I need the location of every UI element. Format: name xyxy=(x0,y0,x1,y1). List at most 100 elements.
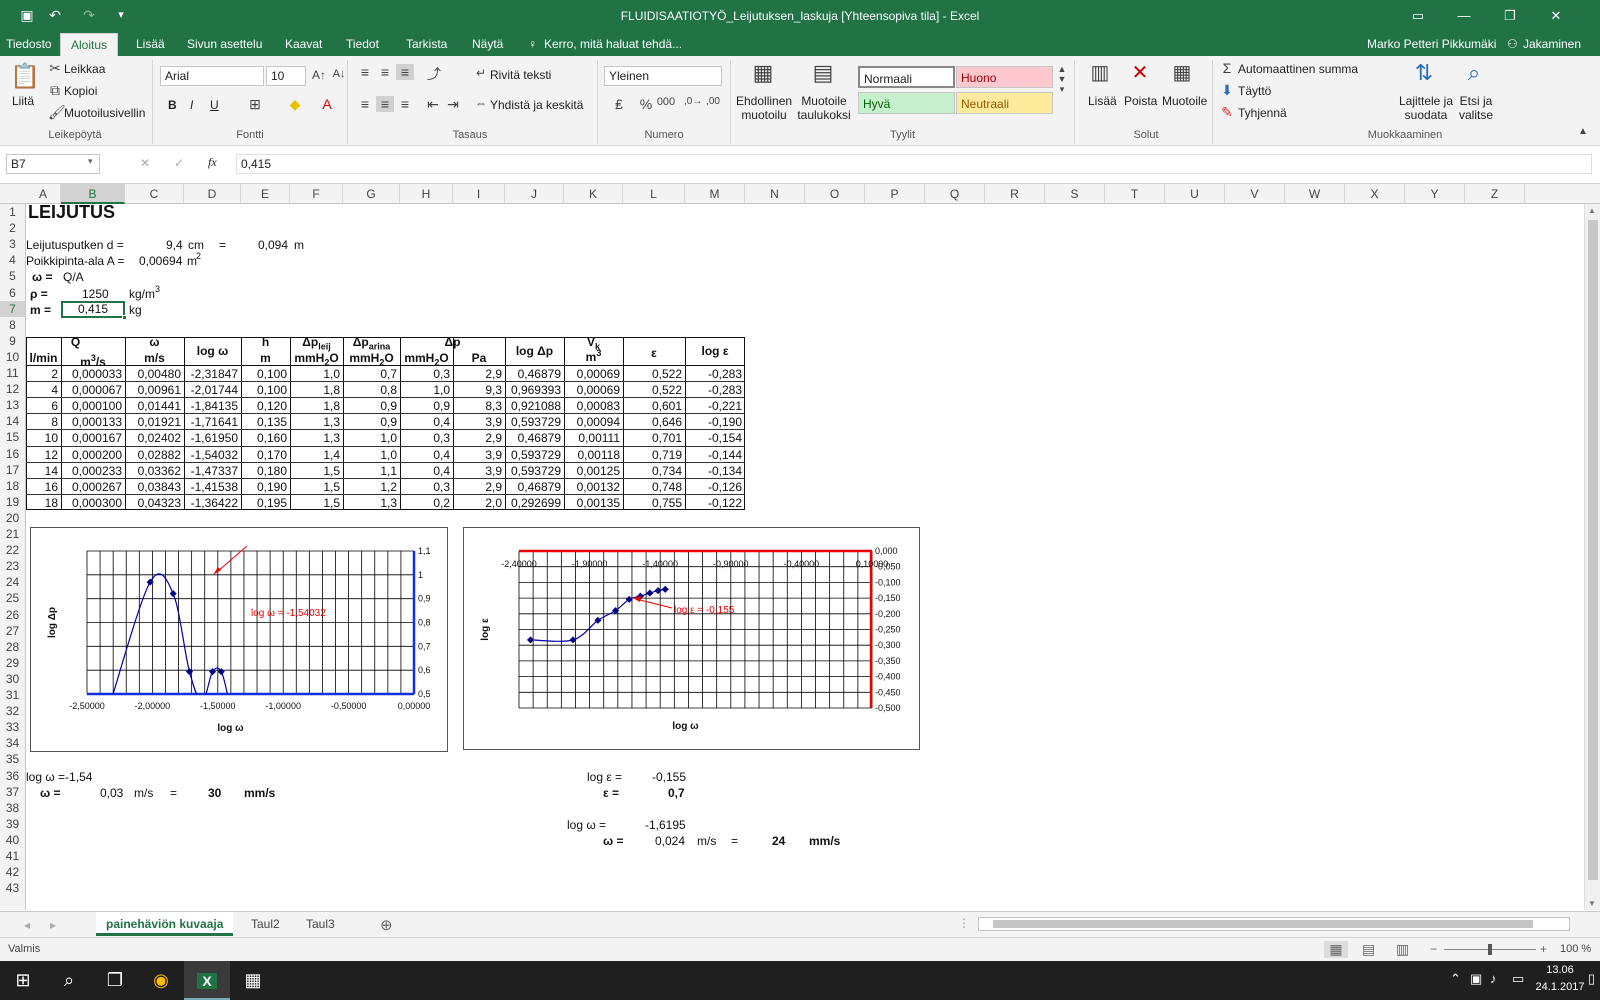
shrink-font-icon[interactable]: A↓ xyxy=(332,68,346,80)
tab-insert[interactable]: Lisää xyxy=(136,37,165,51)
row-header[interactable]: 39 xyxy=(0,815,26,832)
column-header-f[interactable]: F xyxy=(290,184,343,204)
format-cells-icon[interactable]: ▦ xyxy=(1170,60,1194,85)
column-header-a[interactable]: A xyxy=(26,184,61,204)
share-button[interactable]: Jakaminen xyxy=(1523,37,1581,51)
user-name[interactable]: Marko Petteri Pikkumäki xyxy=(1367,37,1496,51)
tab-file[interactable]: Tiedosto xyxy=(6,37,52,51)
column-header-p[interactable]: P xyxy=(865,184,925,204)
sort-filter-icon[interactable]: ⇅ xyxy=(1410,60,1438,86)
row-header[interactable]: 22 xyxy=(0,542,26,559)
row-header[interactable]: 27 xyxy=(0,622,26,639)
row-header[interactable]: 15 xyxy=(0,429,26,446)
row-header[interactable]: 23 xyxy=(0,558,26,575)
tab-review[interactable]: Tarkista xyxy=(406,37,447,51)
zoom-out-icon[interactable]: − xyxy=(1430,942,1437,956)
row-header[interactable]: 2 xyxy=(0,220,26,237)
column-header-u[interactable]: U xyxy=(1165,184,1225,204)
next-sheet-icon[interactable]: ▸ xyxy=(50,918,56,932)
style-good[interactable]: Hyvä xyxy=(858,92,955,114)
chart-1[interactable]: -2,50000 -2,00000 -1,50000 -1,00000 -0,50000… xyxy=(30,527,448,752)
excel-icon[interactable]: X xyxy=(184,961,230,1000)
font-color-icon[interactable]: A xyxy=(318,96,336,112)
format-cells-button[interactable]: Muotoile xyxy=(1162,94,1207,108)
percent-icon[interactable]: % xyxy=(638,96,654,112)
align-center-icon[interactable]: ≡ xyxy=(376,96,394,112)
name-box-dropdown-icon[interactable]: ▾ xyxy=(88,156,93,167)
tab-view[interactable]: Näytä xyxy=(472,37,503,51)
column-header-m[interactable]: M xyxy=(685,184,745,204)
page-break-view-icon[interactable]: ▥ xyxy=(1396,941,1409,958)
insert-function-icon[interactable]: fx xyxy=(208,155,217,170)
row-header[interactable]: 26 xyxy=(0,606,26,623)
grow-font-icon[interactable]: A↑ xyxy=(312,68,326,82)
row-header[interactable]: 35 xyxy=(0,751,26,768)
cut-icon[interactable]: ✂ xyxy=(48,60,62,77)
column-header-h[interactable]: H xyxy=(400,184,453,204)
row-header[interactable]: 42 xyxy=(0,864,26,881)
row-header[interactable]: 14 xyxy=(0,413,26,430)
clock-date[interactable]: 24.1.2017 xyxy=(1534,981,1586,993)
wrap-text-icon[interactable]: ↵ xyxy=(474,66,488,80)
row-header[interactable]: 31 xyxy=(0,687,26,703)
column-header-v[interactable]: V xyxy=(1225,184,1285,204)
row-header[interactable]: 41 xyxy=(0,848,26,864)
maximize-button[interactable]: ❐ xyxy=(1487,0,1533,32)
row-header[interactable]: 33 xyxy=(0,719,26,736)
row-header[interactable]: 37 xyxy=(0,783,26,800)
decrease-indent-icon[interactable]: ⇤ xyxy=(424,96,442,113)
column-header-c[interactable]: C xyxy=(125,184,184,204)
orientation-icon[interactable]: ⤴ xyxy=(424,64,444,84)
tab-split-handle[interactable]: ⋮ xyxy=(958,916,970,930)
row-header[interactable]: 3 xyxy=(0,236,26,253)
column-header-x[interactable]: X xyxy=(1345,184,1405,204)
column-header-r[interactable]: R xyxy=(985,184,1045,204)
fill-button[interactable]: Täyttö xyxy=(1238,84,1271,98)
align-bottom-icon[interactable]: ≡ xyxy=(396,64,414,80)
enter-icon[interactable]: ✓ xyxy=(174,156,184,170)
row-header[interactable]: 17 xyxy=(0,461,26,478)
column-header-i[interactable]: I xyxy=(453,184,505,204)
find-select-icon[interactable]: ⌕ xyxy=(1460,60,1488,86)
bold-button[interactable]: B xyxy=(168,98,177,112)
row-header[interactable]: 9 xyxy=(0,332,26,349)
tell-me-box[interactable]: Kerro, mitä haluat tehdä... xyxy=(544,37,682,51)
row-header[interactable]: 16 xyxy=(0,445,26,462)
column-header-b[interactable]: B xyxy=(61,184,125,204)
horizontal-scrollbar[interactable] xyxy=(978,917,1570,931)
close-button[interactable]: ✕ xyxy=(1533,0,1579,32)
row-header[interactable]: 29 xyxy=(0,654,26,671)
row-header[interactable]: 11 xyxy=(0,365,26,381)
column-header-s[interactable]: S xyxy=(1045,184,1105,204)
column-header-q[interactable]: Q xyxy=(925,184,985,204)
currency-icon[interactable]: ₤ xyxy=(608,96,630,112)
format-as-table-icon[interactable]: ▤ xyxy=(810,60,836,86)
column-header-y[interactable]: Y xyxy=(1405,184,1465,204)
cancel-icon[interactable]: ✕ xyxy=(140,156,150,170)
row-header[interactable]: 32 xyxy=(0,703,26,720)
font-size-select[interactable]: 10 xyxy=(266,66,306,86)
tab-page-layout[interactable]: Sivun asettelu xyxy=(187,37,262,51)
copy-icon[interactable]: ⧉ xyxy=(48,82,62,99)
row-header[interactable]: 19 xyxy=(0,493,26,510)
column-header-t[interactable]: T xyxy=(1105,184,1165,204)
zoom-level[interactable]: 100 % xyxy=(1560,943,1591,955)
tray-up-icon[interactable]: ⌃ xyxy=(1450,971,1461,987)
row-header[interactable]: 34 xyxy=(0,735,26,752)
search-icon[interactable]: ⌕ xyxy=(46,961,92,1000)
align-right-icon[interactable]: ≡ xyxy=(396,96,414,112)
style-bad[interactable]: Huono xyxy=(956,66,1053,88)
chart-2[interactable]: -2,40000 -1,90000 -1,40000 -0,90000 -0,40000… xyxy=(463,527,920,750)
increase-decimal-icon[interactable]: ,0→ xyxy=(684,96,702,107)
volume-icon[interactable]: ♪ xyxy=(1490,971,1497,986)
row-header[interactable]: 1 xyxy=(0,204,26,220)
wrap-text-button[interactable]: Rivitä teksti xyxy=(490,68,551,82)
zoom-slider[interactable] xyxy=(1444,944,1536,955)
find-select-button[interactable]: Etsi ja valitse xyxy=(1456,94,1496,122)
row-header[interactable]: 8 xyxy=(0,316,26,333)
chrome-icon[interactable]: ◉ xyxy=(138,961,184,1000)
start-icon[interactable]: ⊞ xyxy=(0,961,46,1000)
row-header[interactable]: 40 xyxy=(0,831,26,848)
align-top-icon[interactable]: ≡ xyxy=(356,64,374,80)
column-header-j[interactable]: J xyxy=(505,184,564,204)
